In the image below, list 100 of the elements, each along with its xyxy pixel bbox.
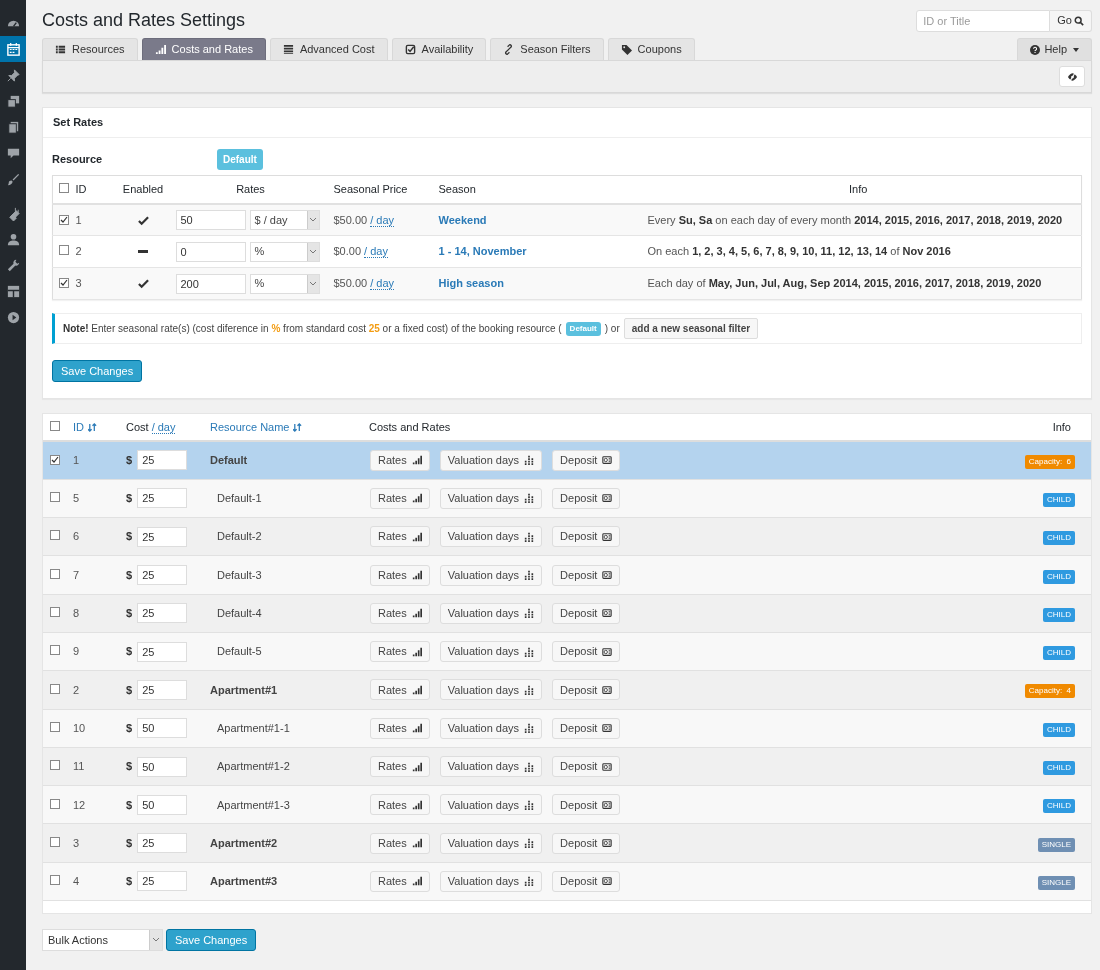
action-button[interactable]: Rates [370,832,430,854]
cost-field[interactable]: 25 [137,526,188,547]
action-button[interactable]: Deposit [552,679,621,701]
checkbox[interactable] [50,568,60,579]
action-button[interactable]: Deposit [552,602,621,624]
rate-field[interactable]: 200 [175,273,246,294]
action-button[interactable]: Deposit [552,870,621,892]
go-button[interactable]: Go [1050,9,1092,32]
sort-link[interactable]: ID [73,418,97,436]
tab[interactable]: Advanced Cost [269,38,388,60]
action-button[interactable]: Rates [370,526,430,548]
tab[interactable]: Resources [42,38,138,60]
season-link[interactable]: Weekend [438,213,487,226]
checkbox[interactable] [50,607,60,618]
season-link[interactable]: 1 - 14, November [438,245,527,258]
rate-field[interactable]: 50 [175,209,246,230]
sort-link[interactable]: Resource Name [210,418,303,436]
cost-field[interactable]: 25 [137,450,188,471]
cost-field[interactable]: 25 [137,871,188,892]
search-field[interactable]: ID or Title [916,9,1051,32]
checkbox[interactable] [50,836,60,847]
action-button[interactable]: Valuation days [439,832,543,854]
action-button[interactable]: Deposit [552,794,621,816]
tab[interactable]: Availability [391,38,487,60]
unit-link[interactable]: / day [370,213,394,227]
unit-link[interactable]: / day [370,277,394,291]
cost-field[interactable]: 25 [137,565,188,586]
toggle-button[interactable] [1059,66,1085,87]
action-button[interactable]: Deposit [552,832,621,854]
table-cell: 3 [75,277,82,290]
action-button[interactable]: Valuation days [439,487,543,509]
checkbox[interactable] [50,420,60,431]
checkbox[interactable] [50,721,60,732]
column-header: Season [438,183,476,195]
cash-icon [602,723,613,734]
action-button[interactable]: Deposit [552,449,621,471]
checkbox[interactable] [59,278,69,289]
checkbox-icon [404,44,416,55]
action-button[interactable]: Rates [370,794,430,816]
help-tab[interactable]: Help [1017,38,1092,60]
checkbox[interactable] [59,214,69,225]
action-button[interactable]: Valuation days [439,717,543,739]
checkbox[interactable] [50,455,60,466]
unit-link[interactable]: / day [151,420,176,434]
action-button[interactable]: Rates [370,756,430,777]
tab[interactable]: Season Filters [490,38,604,60]
checkbox[interactable] [50,492,60,503]
column-header: Enabled [122,183,164,195]
bulk-actions-dropdown[interactable]: Bulk Actions [42,929,163,952]
checkbox[interactable] [50,760,60,771]
cost-field[interactable]: 50 [137,794,188,815]
cost-field[interactable]: 25 [137,641,188,662]
action-button[interactable]: Valuation days [439,449,543,471]
cost-field[interactable]: 25 [137,679,188,700]
action-button[interactable]: Deposit [552,487,621,509]
action-button[interactable]: Deposit [552,756,621,777]
action-button[interactable]: Rates [370,717,430,739]
checkbox[interactable] [50,875,60,886]
action-button[interactable]: Valuation days [439,564,543,586]
action-button[interactable]: Rates [370,449,430,471]
status-badge: CHILD [1043,646,1075,661]
action-button[interactable]: Rates [370,679,430,701]
tab[interactable]: Coupons [607,38,695,60]
tab[interactable]: Costs and Rates [141,38,266,60]
action-button[interactable]: Valuation days [439,641,543,663]
checkbox[interactable] [50,683,60,694]
action-button[interactable]: Rates [370,602,430,624]
sidebar-item[interactable] [0,36,26,62]
action-button[interactable]: Valuation days [439,756,543,777]
action-button[interactable]: Rates [370,564,430,586]
season-link[interactable]: High season [438,277,504,290]
cost-field[interactable]: 25 [137,603,188,624]
action-button[interactable]: Rates [370,641,430,663]
action-button[interactable]: Valuation days [439,679,543,701]
checkbox[interactable] [59,245,69,256]
action-button[interactable]: Valuation days [439,602,543,624]
cost-field[interactable]: 25 [137,833,188,854]
action-button[interactable]: Deposit [552,564,621,586]
unit-link[interactable]: / day [364,245,388,259]
checkbox[interactable] [50,530,60,541]
cost-field[interactable]: 50 [137,718,188,739]
unit-dropdown[interactable]: % [249,273,320,294]
action-button[interactable]: Rates [370,870,430,892]
action-button[interactable]: Deposit [552,526,621,548]
add-filter-button[interactable]: add a new seasonal filter [623,318,759,339]
checkbox[interactable] [50,645,60,656]
checkbox[interactable] [50,798,60,809]
cost-field[interactable]: 25 [137,488,188,509]
action-button[interactable]: Rates [370,487,430,509]
bars-icon [524,570,535,581]
unit-dropdown[interactable]: % [249,241,320,262]
unit-dropdown[interactable]: $ / day [249,209,320,230]
action-button[interactable]: Valuation days [439,794,543,816]
rate-field[interactable]: 0 [175,241,246,262]
action-button[interactable]: Valuation days [439,526,543,548]
cost-field[interactable]: 50 [137,756,188,777]
action-button[interactable]: Deposit [552,717,621,739]
action-button[interactable]: Deposit [552,641,621,663]
action-button[interactable]: Valuation days [439,870,543,892]
checkbox[interactable] [59,183,69,193]
